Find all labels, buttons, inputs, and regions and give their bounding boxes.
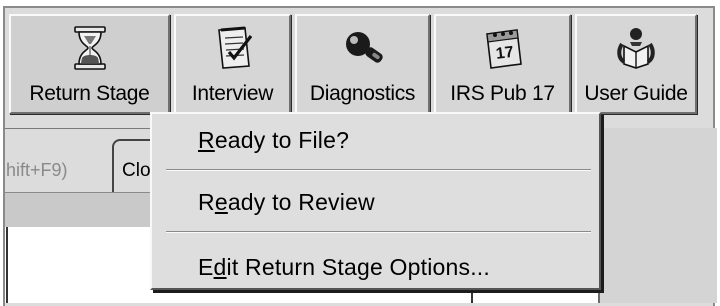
menu-item-text: it Return Stage Options... xyxy=(226,254,490,280)
return-stage-menu: Ready to File? Ready to Review Edit Retu… xyxy=(150,112,601,290)
return-stage-button[interactable]: Return Stage xyxy=(9,14,170,114)
right-panel xyxy=(598,128,717,303)
menu-item-ready-to-file[interactable]: Ready to File? xyxy=(198,127,349,154)
return-stage-label: Return Stage xyxy=(29,82,150,105)
user-guide-label: User Guide xyxy=(584,82,688,105)
diagnostics-button[interactable]: Diagnostics xyxy=(295,14,430,114)
svg-text:17: 17 xyxy=(494,44,514,63)
reading-person-icon xyxy=(617,28,655,69)
menu-item-text: ady to Review xyxy=(227,189,375,215)
menu-item-ready-to-review[interactable]: Ready to Review xyxy=(198,189,375,216)
tab-partial-shortcut[interactable]: hift+F9) xyxy=(6,160,68,181)
tab-partial-label[interactable]: Clo xyxy=(122,160,151,182)
menu-item-text: eady to File? xyxy=(214,127,350,153)
irs-pub-17-button[interactable]: 17 IRS Pub 17 xyxy=(434,14,571,114)
menu-item-edit-return-stage-options[interactable]: Edit Return Stage Options... xyxy=(198,254,490,281)
diagnostics-label: Diagnostics xyxy=(309,82,416,105)
menu-item-text: R xyxy=(198,189,215,215)
interview-label: Interview xyxy=(191,82,274,105)
toolbar: Return Stage Interview Diagnostics 17 IR… xyxy=(9,14,715,114)
interview-button[interactable]: Interview xyxy=(174,14,291,114)
menu-separator xyxy=(166,231,591,233)
menu-separator xyxy=(166,169,591,171)
user-guide-button[interactable]: User Guide xyxy=(575,14,697,114)
menu-item-text: E xyxy=(198,254,214,280)
hourglass-icon xyxy=(73,26,106,70)
menu-item-mnemonic: d xyxy=(213,254,227,280)
menu-item-mnemonic: R xyxy=(198,127,215,153)
magnifier-icon xyxy=(345,32,383,63)
calendar-17-icon: 17 xyxy=(485,29,522,69)
irs-pub-17-label: IRS Pub 17 xyxy=(450,82,555,105)
menu-item-mnemonic: e xyxy=(214,189,228,215)
checklist-notepad-icon xyxy=(217,26,252,69)
content-left-border xyxy=(6,227,8,303)
